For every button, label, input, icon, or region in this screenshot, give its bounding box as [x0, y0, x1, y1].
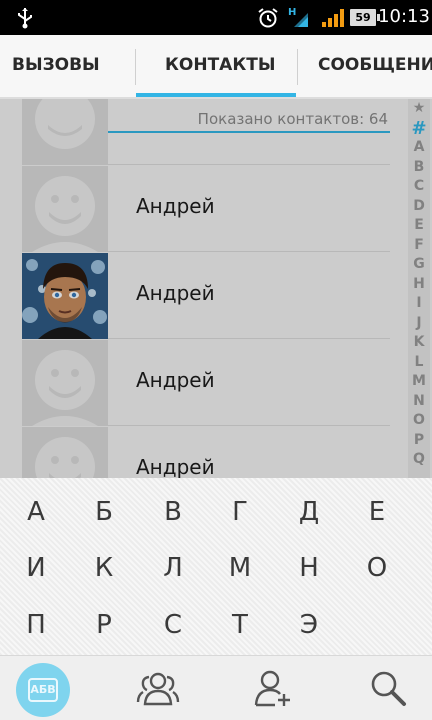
groups-button[interactable] — [130, 662, 186, 714]
index-item[interactable]: M — [408, 372, 430, 392]
default-avatar-icon — [22, 99, 108, 165]
status-bar: H 59 10:13 — [0, 0, 432, 35]
alphabet-keyboard-icon: АБВ — [28, 678, 58, 702]
alarm-icon — [258, 8, 278, 28]
key-letter[interactable]: Г — [210, 484, 270, 540]
key-letter[interactable]: О — [347, 540, 407, 596]
index-item[interactable]: F — [408, 236, 430, 256]
default-avatar-icon — [22, 166, 108, 252]
alphabet-index[interactable]: ★ # A B C D E F G H I J K L M N O P Q — [408, 99, 430, 479]
key-letter[interactable]: В — [143, 484, 203, 540]
contact-name: Андрей — [136, 281, 215, 305]
key-letter[interactable]: П — [6, 597, 66, 653]
contact-photo — [22, 253, 108, 339]
tab-calls[interactable]: ВЫЗОВЫ — [12, 35, 100, 97]
contact-name: Андрей — [136, 455, 215, 479]
index-item[interactable]: D — [408, 197, 430, 217]
default-avatar-icon — [22, 340, 108, 426]
key-letter[interactable]: К — [74, 540, 134, 596]
mobile-data-signal-icon: H — [288, 7, 308, 27]
active-tab-indicator — [136, 93, 296, 97]
index-item[interactable]: K — [408, 333, 430, 353]
tab-divider — [135, 49, 136, 85]
index-item[interactable]: B — [408, 158, 430, 178]
key-letter[interactable]: Н — [279, 540, 339, 596]
contact-row[interactable]: Андрей — [22, 340, 390, 426]
index-item[interactable]: P — [408, 431, 430, 451]
key-letter[interactable]: Э — [279, 597, 339, 653]
svg-text:H: H — [288, 7, 296, 18]
tab-messages[interactable]: СООБЩЕНИЯ — [318, 35, 432, 97]
index-item[interactable]: # — [408, 118, 430, 139]
status-clock: 10:13 — [378, 6, 430, 27]
contact-row[interactable] — [22, 99, 390, 165]
index-item[interactable]: H — [408, 275, 430, 295]
index-item[interactable]: L — [408, 353, 430, 373]
add-contact-button[interactable] — [245, 662, 301, 714]
alphabet-keyboard-button[interactable]: АБВ — [16, 663, 70, 717]
key-letter[interactable]: А — [6, 484, 66, 540]
tab-bar: ВЫЗОВЫ КОНТАКТЫ СООБЩЕНИЯ — [0, 35, 432, 99]
key-letter[interactable]: И — [6, 540, 66, 596]
key-letter[interactable]: Д — [279, 484, 339, 540]
bottom-action-bar: АБВ — [0, 655, 432, 720]
index-item[interactable]: E — [408, 216, 430, 236]
letter-keyboard: А Б В Г Д Е И К Л М Н О П Р С Т Э — [0, 478, 432, 655]
index-item[interactable]: G — [408, 255, 430, 275]
contact-name: Андрей — [136, 368, 215, 392]
index-item[interactable]: C — [408, 177, 430, 197]
index-item[interactable]: I — [408, 294, 430, 314]
contact-row[interactable]: Андрей — [22, 166, 390, 252]
cell-signal-icon — [322, 9, 344, 27]
add-contact-icon — [254, 670, 290, 707]
key-letter[interactable]: С — [143, 597, 203, 653]
key-letter[interactable]: Е — [347, 484, 407, 540]
tab-contacts[interactable]: КОНТАКТЫ — [165, 35, 275, 97]
key-letter[interactable]: Л — [143, 540, 203, 596]
key-letter[interactable]: Т — [210, 597, 270, 653]
tab-divider — [297, 49, 298, 85]
index-item[interactable]: J — [408, 314, 430, 334]
index-item[interactable]: Q — [408, 450, 430, 470]
search-button[interactable] — [360, 662, 416, 714]
key-letter[interactable]: Б — [74, 484, 134, 540]
index-item[interactable]: N — [408, 392, 430, 412]
index-item[interactable]: A — [408, 138, 430, 158]
index-item[interactable]: ★ — [408, 99, 430, 119]
contact-name: Андрей — [136, 194, 215, 218]
groups-icon — [136, 672, 180, 706]
key-letter[interactable]: М — [210, 540, 270, 596]
key-letter[interactable]: Р — [74, 597, 134, 653]
search-icon — [371, 671, 406, 706]
usb-icon — [18, 8, 32, 29]
contact-row[interactable]: Андрей — [22, 253, 390, 339]
battery-icon: 59 — [350, 9, 380, 26]
index-item[interactable]: O — [408, 411, 430, 431]
